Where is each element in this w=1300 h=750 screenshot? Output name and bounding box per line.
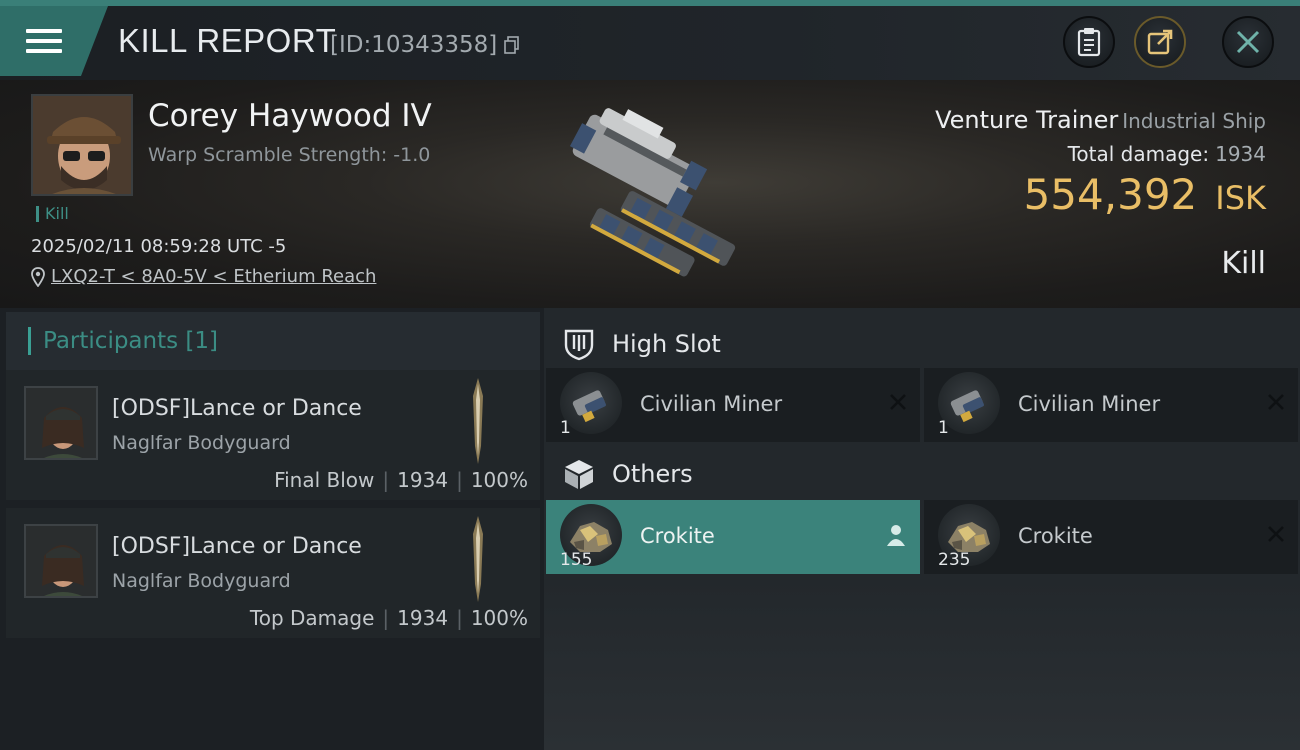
participant-damage: 1934 xyxy=(397,606,449,630)
cargo-item-dropped[interactable]: 155 Crokite xyxy=(546,500,920,574)
participant-name: [ODSF]Lance or Dance xyxy=(112,396,362,421)
isk-unit: ISK xyxy=(1215,179,1266,217)
isk-loss: 554,392 ISK xyxy=(1024,170,1266,219)
share-icon xyxy=(1147,29,1173,55)
cargo-item-destroyed[interactable]: 235 Crokite xyxy=(924,500,1298,574)
participant-stats: Final Blow | 1934 | 100% xyxy=(274,468,528,492)
item-name: Civilian Miner xyxy=(1018,392,1161,416)
location-link[interactable]: LXQ2-T < 8A0-5V < Etherium Reach xyxy=(51,266,376,287)
kill-summary: Corey Haywood IV Warp Scramble Strength:… xyxy=(0,80,1300,308)
participant-name: [ODSF]Lance or Dance xyxy=(112,534,362,559)
participant-portrait-image xyxy=(26,526,96,596)
destroyed-icon xyxy=(1268,526,1284,542)
participant-stats: Top Damage | 1934 | 100% xyxy=(250,606,528,630)
victim-name: Corey Haywood IV xyxy=(148,98,432,134)
kill-tag: Kill xyxy=(36,206,69,222)
participants-panel: Participants [1] [ODSF]Lance or Dance Na… xyxy=(0,308,540,750)
stats-divider: | xyxy=(456,606,463,630)
destroyed-icon xyxy=(1268,394,1284,410)
participant-portrait-image xyxy=(26,388,96,458)
copy-icon[interactable] xyxy=(504,36,520,54)
kill-timestamp: 2025/02/11 08:59:28 UTC -5 xyxy=(31,236,287,257)
menu-button[interactable] xyxy=(0,6,108,76)
empty-area xyxy=(544,580,1300,750)
participant-ship: Naglfar Bodyguard xyxy=(112,570,291,592)
person-icon xyxy=(887,525,905,546)
item-name: Civilian Miner xyxy=(640,392,783,416)
kill-id: [ID:10343358] xyxy=(330,32,498,58)
item-name: Crokite xyxy=(640,524,715,548)
kill-location[interactable]: LXQ2-T < 8A0-5V < Etherium Reach xyxy=(31,266,376,287)
high-slot-title: High Slot xyxy=(612,330,721,358)
page-title: KILL REPORT xyxy=(118,22,337,59)
high-slot-icon xyxy=(564,329,594,361)
item-quantity: 1 xyxy=(560,418,571,438)
participant-ship: Naglfar Bodyguard xyxy=(112,432,291,454)
report-button[interactable] xyxy=(1063,16,1115,68)
total-damage: Total damage: 1934 xyxy=(1068,142,1266,166)
top-bar: KILL REPORT [ID:10343358] xyxy=(0,0,1300,80)
high-slot-header: High Slot xyxy=(544,316,1300,372)
participant-percent: 100% xyxy=(470,468,528,492)
participants-header: Participants [1] xyxy=(6,312,540,370)
ship-name: Venture Trainer Industrial Ship xyxy=(935,106,1266,134)
module-slot[interactable]: 1 Civilian Miner xyxy=(546,368,920,442)
participant-role: Top Damage xyxy=(249,606,375,630)
destroyed-icon xyxy=(890,394,906,410)
victim-portrait-image xyxy=(33,96,131,194)
stats-divider: | xyxy=(456,468,463,492)
close-icon xyxy=(1236,30,1260,54)
participant-role: Final Blow xyxy=(274,468,375,492)
total-damage-value: 1934 xyxy=(1215,142,1266,166)
ship-type: Venture Trainer xyxy=(935,106,1119,134)
item-quantity: 155 xyxy=(560,550,593,570)
participant-damage: 1934 xyxy=(397,468,449,492)
location-pin-icon xyxy=(31,266,45,287)
cargo-box-icon xyxy=(565,460,593,489)
close-button[interactable] xyxy=(1222,16,1274,68)
ship-class: Industrial Ship xyxy=(1122,109,1266,133)
header-accent-bar xyxy=(28,327,31,355)
participant-avatar[interactable] xyxy=(24,524,98,598)
item-quantity: 1 xyxy=(938,418,949,438)
participant-percent: 100% xyxy=(470,606,528,630)
stats-divider: | xyxy=(382,606,390,630)
item-quantity: 235 xyxy=(938,550,971,570)
victim-avatar[interactable] xyxy=(31,94,133,196)
item-name: Crokite xyxy=(1018,524,1093,548)
weapon-icon xyxy=(473,378,483,464)
ship-image xyxy=(569,108,736,277)
share-button[interactable] xyxy=(1134,16,1186,68)
others-title: Others xyxy=(612,460,693,488)
participants-title: Participants [1] xyxy=(43,328,218,354)
isk-value: 554,392 xyxy=(1023,170,1198,219)
others-header: Others xyxy=(544,446,1300,502)
hamburger-menu-icon xyxy=(26,27,64,55)
stats-divider: | xyxy=(382,468,390,492)
warp-scramble-strength: Warp Scramble Strength: -1.0 xyxy=(148,144,431,166)
top-accent-line xyxy=(0,0,1300,6)
fitting-panel: High Slot 1 Civilian Miner 1 Civilian Mi… xyxy=(544,308,1300,750)
participant-avatar[interactable] xyxy=(24,386,98,460)
weapon-icon xyxy=(473,516,483,602)
participant-card[interactable]: [ODSF]Lance or Dance Naglfar Bodyguard T… xyxy=(6,508,540,638)
clipboard-icon xyxy=(1077,28,1101,57)
total-damage-label: Total damage: xyxy=(1067,142,1210,166)
module-slot[interactable]: 1 Civilian Miner xyxy=(924,368,1298,442)
participant-card[interactable]: [ODSF]Lance or Dance Naglfar Bodyguard F… xyxy=(6,370,540,500)
result-label: Kill xyxy=(1221,246,1266,281)
